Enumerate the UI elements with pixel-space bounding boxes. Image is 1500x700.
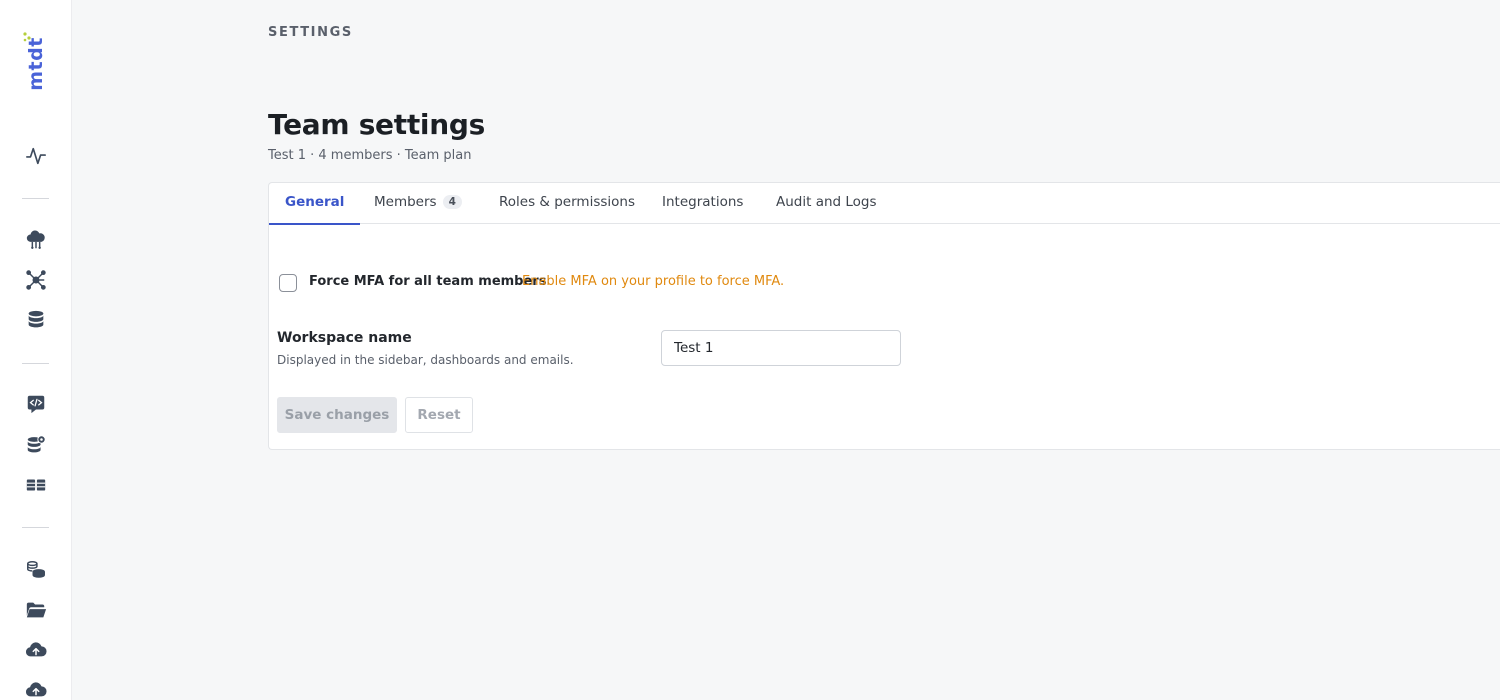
members-count-badge: 4	[442, 195, 462, 209]
folder-open-icon[interactable]	[24, 598, 48, 622]
database-settings-icon[interactable]	[24, 433, 48, 457]
main-content: SETTINGS Team settings Test 1 · 4 member…	[72, 0, 1500, 700]
sidebar-divider	[22, 363, 49, 364]
section-label: SETTINGS	[268, 25, 353, 40]
sidebar-divider	[22, 198, 49, 199]
tab-general[interactable]: General	[268, 183, 361, 225]
tab-roles-permissions[interactable]: Roles & permissions	[499, 183, 635, 224]
settings-card: General Members 4 Roles & permissions Int…	[268, 182, 1500, 450]
graph-nodes-icon[interactable]	[24, 268, 48, 292]
workspace-name-input[interactable]	[661, 330, 901, 366]
cloud-upload-icon[interactable]	[24, 638, 48, 662]
page-subtitle: Test 1 · 4 members · Team plan	[268, 148, 472, 163]
cloud-upload-icon-2[interactable]	[24, 678, 48, 700]
sidebar-divider	[22, 527, 49, 528]
tab-label: Members	[374, 194, 437, 210]
tab-audit-logs[interactable]: Audit and Logs	[776, 183, 877, 224]
app-logo[interactable]: mtdt	[22, 30, 50, 98]
activity-icon[interactable]	[24, 144, 48, 168]
workspace-name-title: Workspace name	[277, 330, 412, 346]
logo-text: mtdt	[25, 37, 47, 91]
coins-stack-icon[interactable]	[24, 558, 48, 582]
tables-icon[interactable]	[24, 473, 48, 497]
page-title: Team settings	[268, 108, 485, 141]
code-chat-icon[interactable]	[24, 392, 48, 416]
tab-label: Audit and Logs	[776, 194, 877, 210]
force-mfa-label[interactable]: Force MFA for all team members	[309, 274, 546, 289]
force-mfa-hint: Enable MFA on your profile to force MFA.	[522, 274, 785, 289]
cloud-network-icon[interactable]	[24, 228, 48, 252]
tab-integrations[interactable]: Integrations	[662, 183, 743, 224]
force-mfa-checkbox[interactable]	[279, 274, 297, 292]
tab-label: General	[285, 194, 345, 210]
workspace-name-description: Displayed in the sidebar, dashboards and…	[277, 353, 574, 367]
tab-label: Roles & permissions	[499, 194, 635, 210]
tab-members[interactable]: Members 4	[374, 183, 462, 224]
reset-button[interactable]: Reset	[405, 397, 473, 433]
database-stack-icon[interactable]	[24, 308, 48, 332]
tab-bar: General Members 4 Roles & permissions Int…	[268, 183, 1500, 225]
sidebar: mtdt	[0, 0, 72, 700]
save-changes-button[interactable]: Save changes	[277, 397, 397, 433]
tab-label: Integrations	[662, 194, 744, 210]
